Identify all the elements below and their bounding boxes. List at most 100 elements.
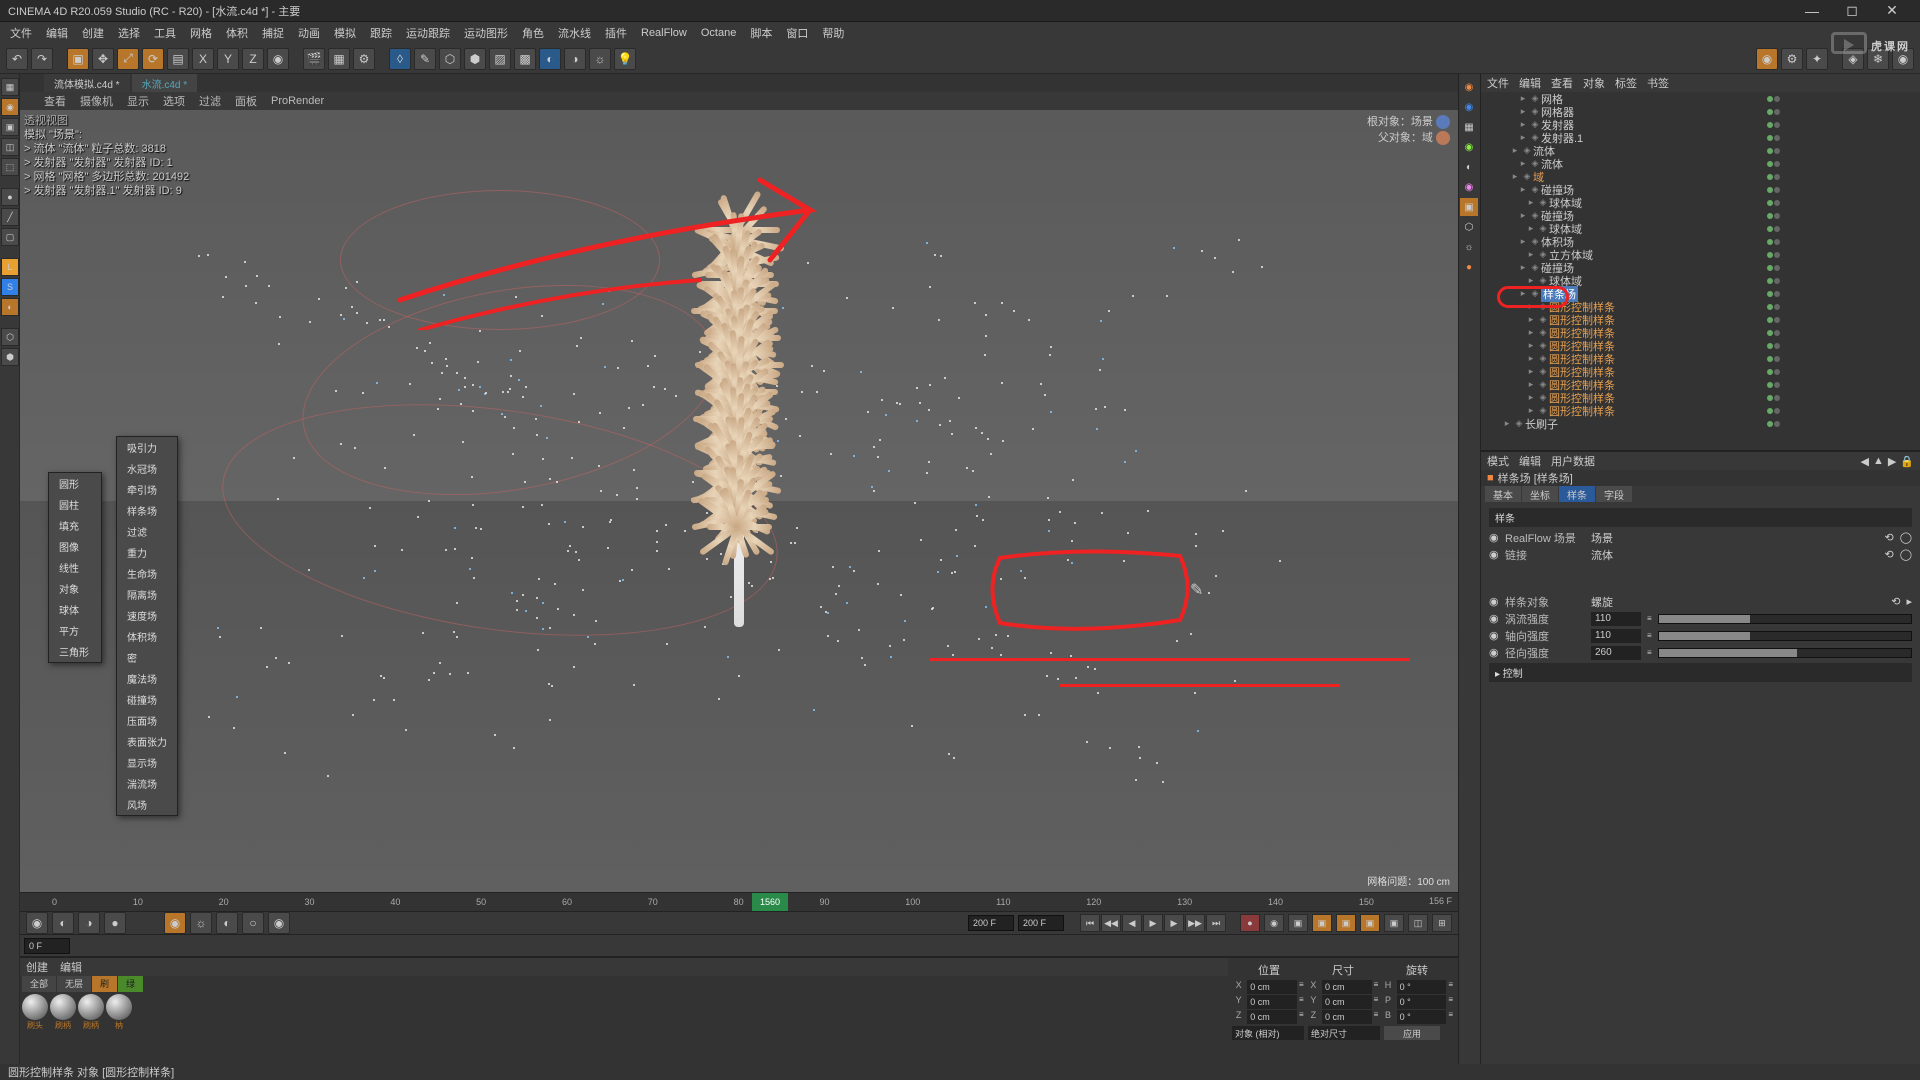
ctx2-item[interactable]: 体积场	[117, 626, 177, 647]
menu-网格[interactable]: 网格	[184, 23, 218, 43]
key-rot[interactable]: ▣	[1336, 914, 1356, 932]
ctx1-item[interactable]: 填充	[49, 515, 101, 536]
ricon-5[interactable]: ◐	[1460, 158, 1478, 176]
tool-22[interactable]: 💡	[614, 48, 636, 70]
tlc-3[interactable]: ◑	[78, 912, 100, 934]
vpmenu-ProRender[interactable]: ProRender	[271, 95, 324, 107]
play-button[interactable]: ▶	[1143, 914, 1163, 932]
tree-row[interactable]: ▸◈碰撞场	[1481, 261, 1920, 274]
menu-帮助[interactable]: 帮助	[816, 23, 850, 43]
ctx2-item[interactable]: 湍流场	[117, 773, 177, 794]
tlc-7[interactable]: ◐	[216, 912, 238, 934]
attr-up-icon[interactable]: ▲	[1873, 455, 1884, 468]
tool-20[interactable]: ◑	[564, 48, 586, 70]
ctx1-item[interactable]: 线性	[49, 557, 101, 578]
move-tool[interactable]: ✥	[92, 48, 114, 70]
menu-角色[interactable]: 角色	[516, 23, 550, 43]
menu-工具[interactable]: 工具	[148, 23, 182, 43]
attr-menu-edit[interactable]: 编辑	[1519, 453, 1541, 469]
ctx2-item[interactable]: 魔法场	[117, 668, 177, 689]
ctx2-item[interactable]: 吸引力	[117, 437, 177, 458]
record-button[interactable]: ●	[1240, 914, 1260, 932]
redo-button[interactable]: ↷	[31, 48, 53, 70]
attr-tab-spline[interactable]: 样条	[1559, 486, 1595, 502]
vpmenu-选项[interactable]: 选项	[163, 93, 185, 109]
ctx2-item[interactable]: 牵引场	[117, 479, 177, 500]
viewport[interactable]: 透视视图 模拟 "场景": > 流体 "流体" 粒子总数: 3818 > 发射器…	[20, 110, 1458, 892]
rtool-1[interactable]: ◉	[1756, 48, 1778, 70]
tool-21[interactable]: ☼	[589, 48, 611, 70]
objmenu-item[interactable]: 标签	[1615, 75, 1637, 91]
ctx1-item[interactable]: 球体	[49, 599, 101, 620]
prev-key-button[interactable]: ◀◀	[1101, 914, 1121, 932]
keyopt[interactable]: ⊞	[1432, 914, 1452, 932]
ltool-8[interactable]: ▢	[1, 228, 19, 246]
ltool-12[interactable]: ⬡	[1, 328, 19, 346]
x-axis-toggle[interactable]: X	[192, 48, 214, 70]
next-frame-button[interactable]: ▶	[1164, 914, 1184, 932]
prev-frame-button[interactable]: ◀	[1122, 914, 1142, 932]
link-icon[interactable]: ⟲	[1884, 548, 1893, 561]
ctx1-item[interactable]: 圆形	[49, 473, 101, 494]
mat-tab-brush[interactable]: 刷	[92, 976, 117, 992]
close-button[interactable]: ✕	[1872, 1, 1912, 21]
ricon-8[interactable]: ⬡	[1460, 218, 1478, 236]
material-ball[interactable]	[22, 994, 48, 1020]
menu-Octane[interactable]: Octane	[695, 25, 742, 41]
menu-体积[interactable]: 体积	[220, 23, 254, 43]
tree-row[interactable]: ▸◈碰撞场	[1481, 183, 1920, 196]
context-menu-2[interactable]: 吸引力水冠场牵引场样条场过滤重力生命场隔离场速度场体积场密魔法场碰撞场压面场表面…	[116, 436, 178, 816]
ltool-4[interactable]: ◫	[1, 138, 19, 156]
ltool-11[interactable]: ◐	[1, 298, 19, 316]
material-ball[interactable]	[106, 994, 132, 1020]
render-button[interactable]: 🎬	[303, 48, 325, 70]
vpmenu-摄像机[interactable]: 摄像机	[80, 93, 113, 109]
rtool-2[interactable]: ⚙	[1781, 48, 1803, 70]
attr-value-input[interactable]: 260	[1591, 646, 1641, 660]
tool-5[interactable]: ▤	[167, 48, 189, 70]
tree-row[interactable]: ▸◈圆形控制样条	[1481, 300, 1920, 313]
tool-17[interactable]: ▨	[489, 48, 511, 70]
tree-row[interactable]: ▸◈圆形控制样条	[1481, 313, 1920, 326]
attr-menu-mode[interactable]: 模式	[1487, 453, 1509, 469]
ltool-6[interactable]: ●	[1, 188, 19, 206]
tool-9[interactable]: ◉	[267, 48, 289, 70]
attr-lock-icon[interactable]: 🔒	[1900, 455, 1914, 468]
tlc-5[interactable]: ◉	[164, 912, 186, 934]
tlc-9[interactable]: ◉	[268, 912, 290, 934]
tree-row[interactable]: ▸◈流体	[1481, 157, 1920, 170]
mat-tab-all[interactable]: 全部	[22, 976, 56, 992]
ctx1-item[interactable]: 平方	[49, 620, 101, 641]
ctx2-item[interactable]: 风场	[117, 794, 177, 815]
primitive-button[interactable]: ◊	[389, 48, 411, 70]
attr-next-icon[interactable]: ▶	[1888, 455, 1896, 468]
link-icon[interactable]: ⟲	[1884, 531, 1893, 544]
tree-row[interactable]: ▸◈圆形控制样条	[1481, 352, 1920, 365]
tree-row[interactable]: ▸◈圆形控制样条	[1481, 378, 1920, 391]
mat-tab-none[interactable]: 无层	[57, 976, 91, 992]
tlc-6[interactable]: ☼	[190, 912, 212, 934]
tool-14[interactable]: ✎	[414, 48, 436, 70]
tool-18[interactable]: ▩	[514, 48, 536, 70]
material-ball[interactable]	[78, 994, 104, 1020]
ltool-7[interactable]: ╱	[1, 208, 19, 226]
attr-value-input[interactable]: 110	[1591, 612, 1641, 626]
tree-row[interactable]: ▸◈长刷子	[1481, 417, 1920, 430]
objmenu-item[interactable]: 查看	[1551, 75, 1573, 91]
ctx2-item[interactable]: 表面张力	[117, 731, 177, 752]
tree-row[interactable]: ▸◈圆形控制样条	[1481, 391, 1920, 404]
ctx2-item[interactable]: 样条场	[117, 500, 177, 521]
ctx2-item[interactable]: 隔离场	[117, 584, 177, 605]
attr-slider[interactable]	[1658, 614, 1912, 624]
menu-动画[interactable]: 动画	[292, 23, 326, 43]
ltool-2[interactable]: ◉	[1, 98, 19, 116]
tree-row[interactable]: ▸◈碰撞场	[1481, 209, 1920, 222]
attr-menu-userdata[interactable]: 用户数据	[1551, 453, 1595, 469]
key-pla[interactable]: ▣	[1384, 914, 1404, 932]
tlc-4[interactable]: ●	[104, 912, 126, 934]
scale-tool[interactable]: ⤢	[117, 48, 139, 70]
menu-插件[interactable]: 插件	[599, 23, 633, 43]
objmenu-item[interactable]: 编辑	[1519, 75, 1541, 91]
attr-tab-basic[interactable]: 基本	[1485, 486, 1521, 502]
tree-row[interactable]: ▸◈圆形控制样条	[1481, 365, 1920, 378]
